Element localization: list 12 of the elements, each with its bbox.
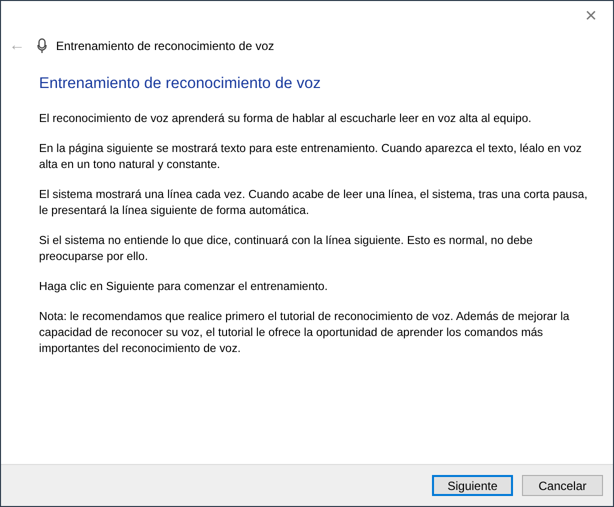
microphone-icon [37, 38, 47, 54]
window-title: Entrenamiento de reconocimiento de voz [56, 39, 274, 53]
page-heading: Entrenamiento de reconocimiento de voz [39, 75, 322, 93]
instruction-paragraph: El reconocimiento de voz aprenderá su forma de hablar al escucharle leer en voz alta al equipo. [39, 111, 532, 127]
instruction-paragraph: Haga clic en Siguiente para comenzar el entrenamiento. [39, 279, 329, 295]
close-button[interactable]: × [569, 1, 613, 31]
instruction-paragraph: En la página siguiente se mostrará texto para este entrenamiento. Cuando aparezca el texto, léalo en voz alta en un tono natural y constante. [39, 141, 583, 173]
instruction-paragraph: Nota: le recomendamos que realice primero el tutorial de reconocimiento de voz. Además de mejorar la capacidad de reconocer su voz, el tutorial le ofrece la oportunidad de aprender los comandos más importantes del reconocimiento de voz. [39, 309, 570, 357]
instruction-paragraph: Si el sistema no entiende lo que dice, continuará con la línea siguiente. Esto es normal, no debe preocuparse por ello. [39, 233, 534, 265]
instruction-paragraph: El sistema mostrará una línea cada vez. Cuando acabe de leer una línea, el sistema, tras una corta pausa, le presentará la línea siguiente de forma automática. [39, 187, 588, 219]
dialog-button[interactable]: Cancelar [522, 475, 603, 496]
dialog-button[interactable]: Siguiente [432, 475, 513, 496]
